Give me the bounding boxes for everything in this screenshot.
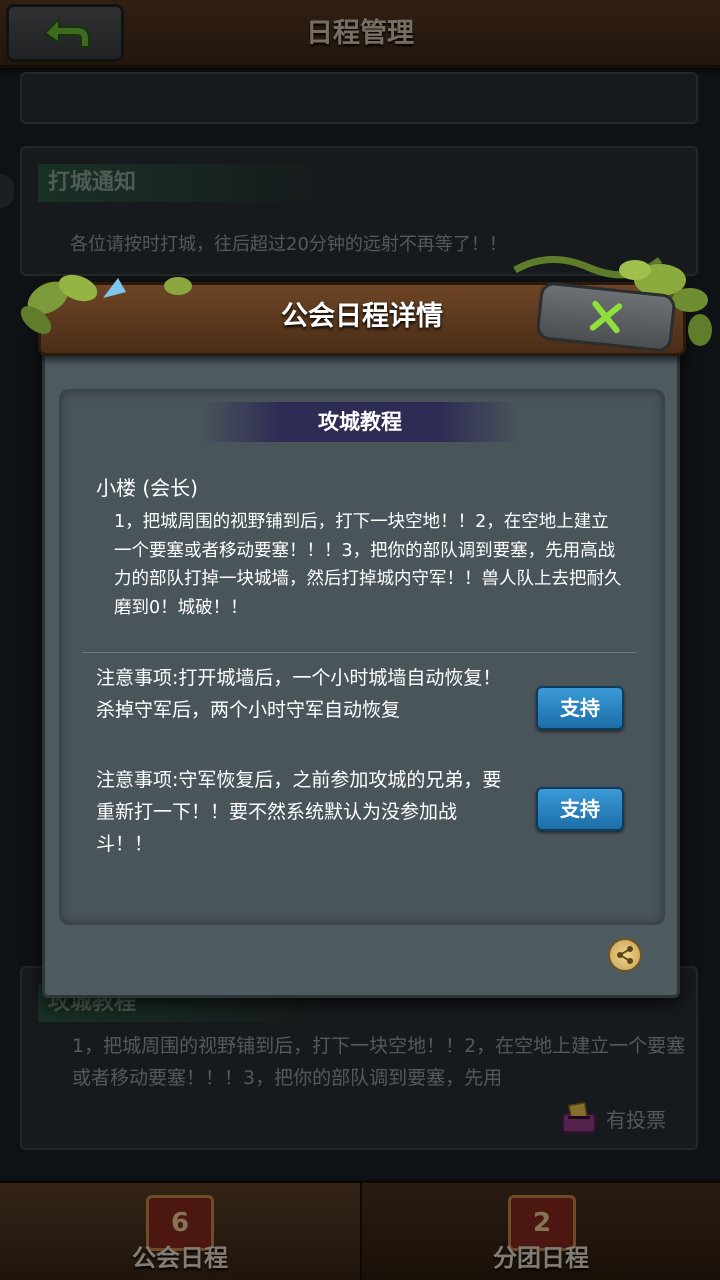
post-body: 1，把城周围的视野铺到后，打下一块空地！！2，在空地上建立一个要塞或者移动要塞！… (114, 512, 622, 618)
support-button[interactable]: 支持 (536, 787, 624, 831)
leaf-decoration-left-icon (20, 274, 192, 334)
divider (82, 652, 636, 653)
support-button[interactable]: 支持 (536, 686, 624, 730)
post-author: 小楼 (会长) (96, 476, 198, 500)
share-icon (617, 946, 633, 964)
comment-text: 注意事项:守军恢复后，之前参加攻城的兄弟，要重新打一下！！要不然系统默认为没参加… (96, 769, 502, 855)
comment-text: 注意事项:打开城墙后，一个小时城墙自动恢复！杀掉守军后，两个小时守军自动恢复 (96, 667, 502, 721)
section-title: 攻城教程 (200, 402, 520, 442)
close-x-icon (589, 300, 623, 334)
share-button[interactable] (608, 938, 642, 972)
